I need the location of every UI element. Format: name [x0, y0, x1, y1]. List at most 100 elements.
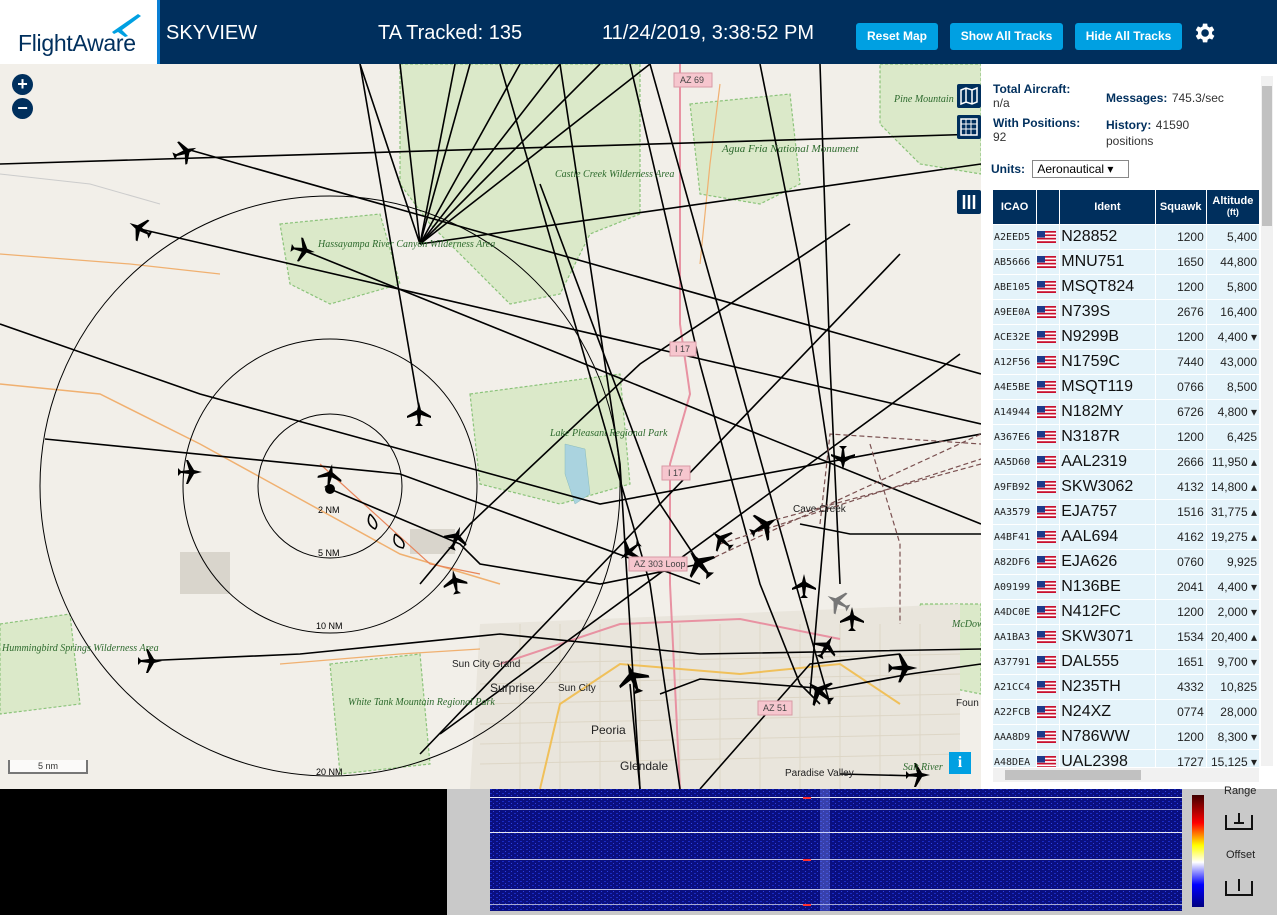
us-flag-icon	[1037, 350, 1060, 374]
label-i17-b: I 17	[668, 468, 683, 478]
col-altitude[interactable]: Altitude (ft)	[1206, 190, 1259, 224]
cell-altitude: 19,275 ▴	[1206, 525, 1259, 549]
cell-ident: N182MY	[1060, 400, 1155, 424]
cell-ident: UAL2398	[1060, 750, 1155, 767]
table-row[interactable]: A9EE0A N739S 2676 16,400	[993, 300, 1259, 324]
total-aircraft-stat: Total Aircraft: n/a	[993, 82, 1103, 110]
vertical-scrollbar[interactable]	[1261, 76, 1273, 766]
table-row[interactable]: ABE105 MSQT824 1200 5,800	[993, 275, 1259, 299]
table-row[interactable]: A14944 N182MY 6726 4,800 ▾	[993, 400, 1259, 424]
col-ident[interactable]: Ident	[1060, 190, 1155, 224]
horizontal-scroll-thumb[interactable]	[1005, 770, 1141, 780]
cell-altitude: 5,800	[1206, 275, 1259, 299]
cell-ident: EJA626	[1060, 550, 1155, 574]
aircraft-sidebar: Total Aircraft: n/a With Positions: 92 M…	[981, 64, 1277, 789]
table-row[interactable]: A4DC0E N412FC 1200 2,000 ▾	[993, 600, 1259, 624]
history-stat: History: 41590 positions	[1106, 116, 1271, 148]
aircraft-table: ICAO Ident Squawk Altitude (ft) A2EED5 N28…	[992, 189, 1260, 767]
cell-icao: A367E6	[993, 425, 1037, 449]
cell-ident: EJA757	[1060, 500, 1155, 524]
table-row[interactable]: AA1BA3 SKW3071 1534 20,400 ▴	[993, 625, 1259, 649]
flightaware-logo[interactable]: FlightAware	[0, 0, 160, 64]
info-button[interactable]: i	[949, 752, 971, 774]
cell-altitude: 4,400 ▾	[1206, 325, 1259, 349]
label-peoria: Peoria	[591, 723, 626, 737]
table-row[interactable]: AB5666 MNU751 1650 44,800	[993, 250, 1259, 274]
horizontal-scrollbar[interactable]	[993, 768, 1259, 782]
cell-altitude: 15,125 ▾	[1206, 750, 1259, 767]
table-row[interactable]: A09199 N136BE 2041 4,400 ▾	[993, 575, 1259, 599]
cell-squawk: 0766	[1155, 375, 1206, 399]
us-flag-icon	[1037, 550, 1060, 574]
cell-altitude: 10,825	[1206, 675, 1259, 699]
reset-map-button[interactable]: Reset Map	[856, 23, 938, 50]
app-title: SKYVIEW	[166, 22, 258, 44]
vertical-scroll-thumb[interactable]	[1262, 86, 1272, 226]
cell-squawk: 2676	[1155, 300, 1206, 324]
cell-ident: N9299B	[1060, 325, 1155, 349]
cell-ident: N28852	[1060, 225, 1155, 249]
gear-icon[interactable]	[1191, 20, 1217, 46]
range-slider[interactable]	[1224, 811, 1254, 833]
with-positions-value: 92	[993, 130, 1007, 144]
cell-squawk: 0774	[1155, 700, 1206, 724]
us-flag-icon	[1037, 750, 1060, 767]
table-row[interactable]: AA5D60 AAL2319 2666 11,950 ▴	[993, 450, 1259, 474]
messages-value: 745.3/sec	[1171, 91, 1224, 105]
us-flag-icon	[1037, 675, 1060, 699]
us-flag-icon	[1037, 225, 1060, 249]
label-lake-pleasant: Lake Pleasant Regional Park	[549, 428, 668, 439]
spectrum-waterfall	[490, 789, 1182, 911]
columns-toggle-icon[interactable]	[957, 190, 981, 214]
col-altitude-label: Altitude	[1212, 195, 1254, 207]
map-layers-icon[interactable]	[957, 84, 981, 108]
us-flag-icon	[1037, 650, 1060, 674]
grid-icon[interactable]	[957, 115, 981, 139]
table-row[interactable]: A48DEA UAL2398 1727 15,125 ▾	[993, 750, 1259, 767]
cell-ident: N739S	[1060, 300, 1155, 324]
cell-icao: A22FCB	[993, 700, 1037, 724]
label-paradise-valley: Paradise Valley	[785, 768, 854, 779]
history-label: History:	[1106, 118, 1152, 132]
table-row[interactable]: AAA8D9 N786WW 1200 8,300 ▾	[993, 725, 1259, 749]
table-row[interactable]: A4BF41 AAL694 4162 19,275 ▴	[993, 525, 1259, 549]
cell-squawk: 1200	[1155, 275, 1206, 299]
messages-label: Messages:	[1106, 91, 1168, 105]
show-all-tracks-button[interactable]: Show All Tracks	[950, 23, 1063, 50]
cell-altitude: 4,800 ▾	[1206, 400, 1259, 424]
cell-squawk: 1650	[1155, 250, 1206, 274]
aircraft-table-wrap[interactable]: ICAO Ident Squawk Altitude (ft) A2EED5 N28…	[992, 189, 1260, 767]
zoom-in-button[interactable]: +	[12, 74, 33, 95]
offset-slider[interactable]	[1224, 877, 1254, 899]
cell-icao: A9EE0A	[993, 300, 1037, 324]
table-row[interactable]: A21CC4 N235TH 4332 10,825	[993, 675, 1259, 699]
table-row[interactable]: A9FB92 SKW3062 4132 14,800 ▴	[993, 475, 1259, 499]
col-flag[interactable]	[1037, 190, 1060, 224]
cell-altitude: 43,000	[1206, 350, 1259, 374]
cell-ident: SKW3071	[1060, 625, 1155, 649]
map-view[interactable]: 2 NM 5 NM 10 NM 20 NM AZ 69 I 17 I 17 AZ…	[0, 64, 981, 789]
table-row[interactable]: A367E6 N3187R 1200 6,425	[993, 425, 1259, 449]
col-icao[interactable]: ICAO	[993, 190, 1037, 224]
zoom-out-button[interactable]: −	[12, 98, 33, 119]
units-select[interactable]: Aeronautical ▾	[1032, 160, 1130, 178]
hide-all-tracks-button[interactable]: Hide All Tracks	[1075, 23, 1182, 50]
map-canvas[interactable]: 2 NM 5 NM 10 NM 20 NM AZ 69 I 17 I 17 AZ…	[0, 64, 981, 789]
cell-icao: A14944	[993, 400, 1037, 424]
table-row[interactable]: A37791 DAL555 1651 9,700 ▾	[993, 650, 1259, 674]
with-positions-stat: With Positions: 92	[993, 116, 1103, 144]
table-row[interactable]: A2EED5 N28852 1200 5,400	[993, 225, 1259, 249]
table-row[interactable]: A4E5BE MSQT119 0766 8,500	[993, 375, 1259, 399]
label-surprise: Surprise	[490, 681, 535, 695]
table-row[interactable]: ACE32E N9299B 1200 4,400 ▾	[993, 325, 1259, 349]
table-row[interactable]: A82DF6 EJA626 0760 9,925	[993, 550, 1259, 574]
table-row[interactable]: AA3579 EJA757 1516 31,775 ▴	[993, 500, 1259, 524]
cell-ident: SKW3062	[1060, 475, 1155, 499]
table-row[interactable]: A22FCB N24XZ 0774 28,000	[993, 700, 1259, 724]
us-flag-icon	[1037, 275, 1060, 299]
tracked-count: TA Tracked: 135	[378, 22, 523, 44]
history-value: 41590	[1155, 118, 1190, 132]
table-row[interactable]: A12F56 N1759C 7440 43,000	[993, 350, 1259, 374]
col-squawk[interactable]: Squawk	[1155, 190, 1206, 224]
label-salt-river: Salt River	[903, 762, 943, 773]
